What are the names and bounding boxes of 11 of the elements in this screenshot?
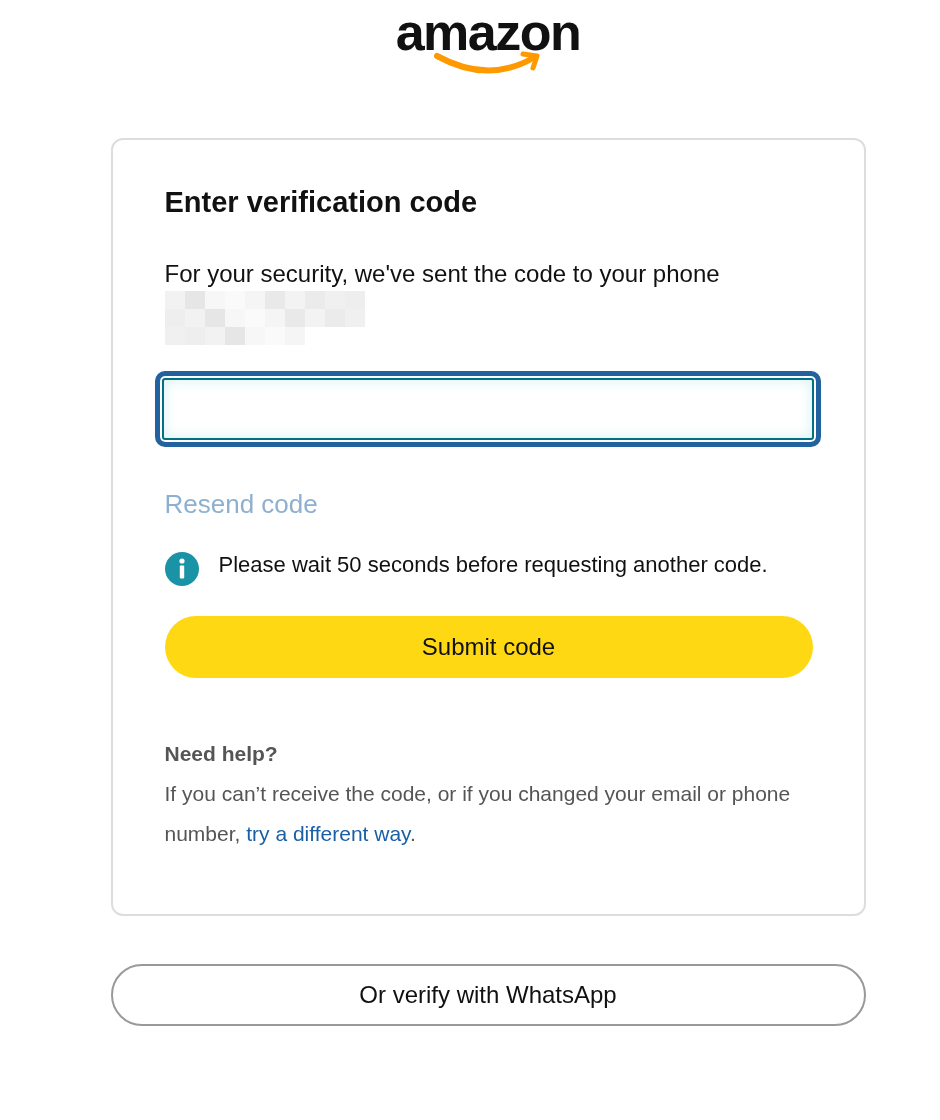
help-heading: Need help? — [164, 742, 278, 766]
security-message: For your security, we've sent the code to your phone — [164, 259, 720, 289]
card-title: Enter verification code — [164, 186, 478, 219]
wait-notice: Please wait 50 seconds before requesting another code. — [218, 551, 769, 579]
whatsapp-verify-button[interactable]: Or verify with WhatsApp — [110, 964, 866, 1026]
help-text: If you can’t receive the code, or if you changed your email or phone number, try a different way. — [164, 781, 792, 847]
code-input-field[interactable] — [154, 371, 821, 447]
amazon-logo: amazon — [395, 4, 581, 84]
different-way-link[interactable]: try a different way — [246, 822, 410, 845]
info-icon — [164, 552, 199, 586]
submit-code-button[interactable]: Submit code — [164, 616, 813, 678]
